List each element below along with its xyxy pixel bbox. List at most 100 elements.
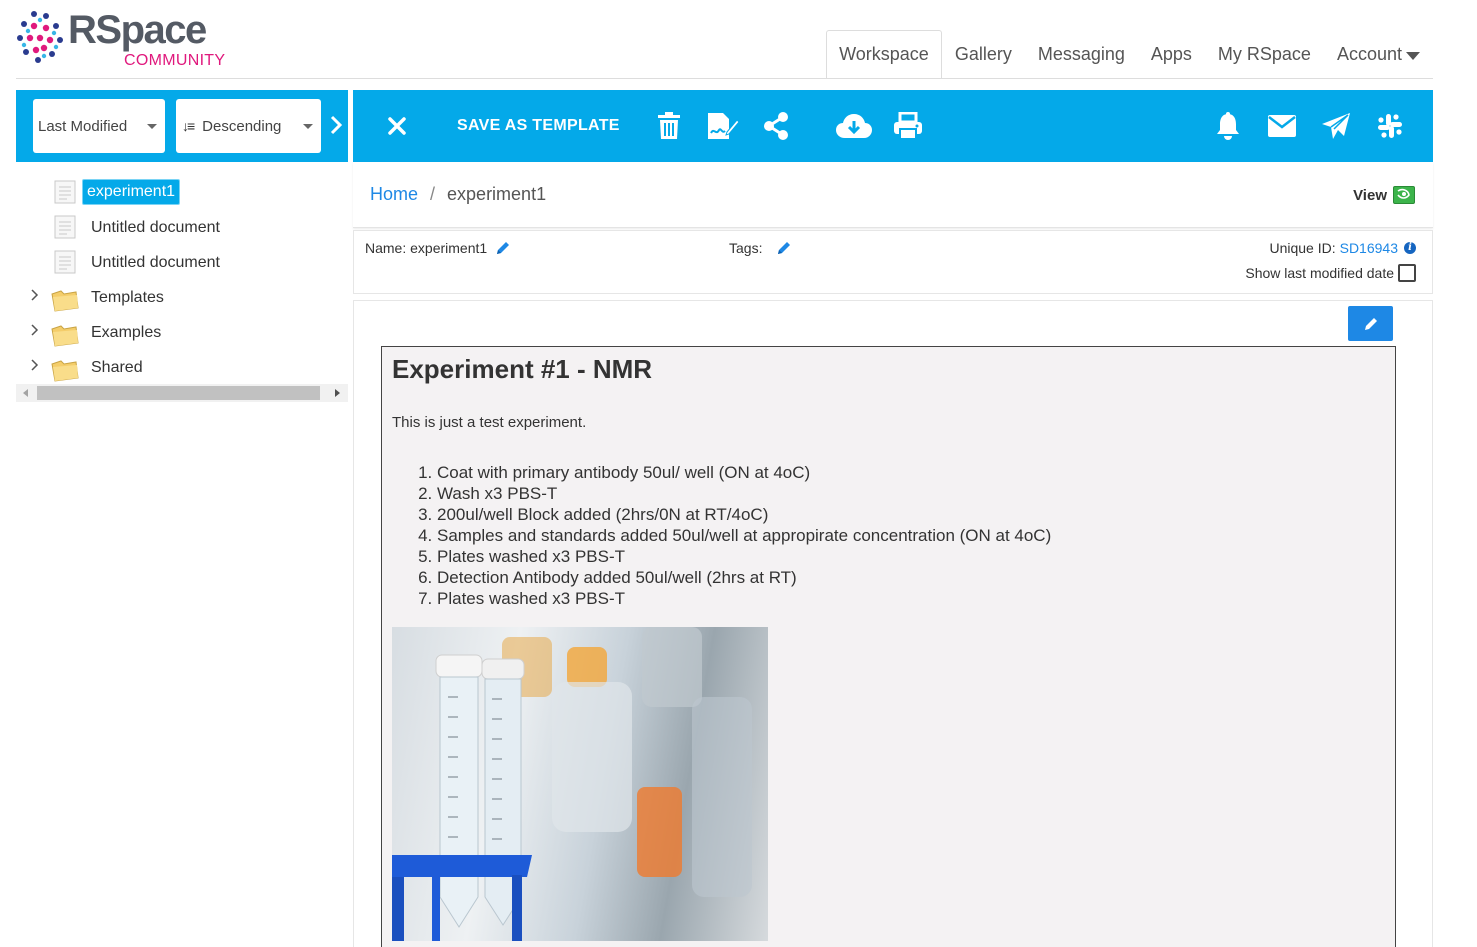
tree-horizontal-scrollbar[interactable] [16,384,348,402]
unique-id-link[interactable]: SD16943 [1340,240,1398,256]
sort-direction-select[interactable]: ↓≡ Descending [176,99,321,153]
show-last-modified-checkbox[interactable] [1398,264,1416,282]
document-name-label: Name: experiment1 [365,240,488,256]
close-button[interactable] [381,90,413,162]
tab-my-rspace[interactable]: My RSpace [1205,30,1324,78]
sort-direction-value: Descending [202,117,282,135]
dropdown-arrow-icon [147,124,157,129]
order-by-select[interactable]: Last Modified [33,99,165,153]
save-as-template-button[interactable]: SAVE AS TEMPLATE [457,90,620,162]
view-mode-toggle[interactable]: View [1353,186,1415,204]
logo-mark-icon [17,11,63,63]
logo-subtitle: COMMUNITY [124,52,226,69]
tab-label: Messaging [1037,44,1125,64]
scroll-left-icon[interactable] [23,389,28,397]
document-intro-text: This is just a test experiment. [392,414,587,431]
document-icon [54,180,76,204]
document-heading: Experiment #1 - NMR [392,354,653,384]
tab-workspace[interactable]: Workspace [826,30,942,78]
edit-document-button[interactable] [1348,306,1393,341]
chevron-right-icon[interactable] [30,323,40,337]
send-button[interactable] [1319,90,1353,162]
chevron-right-icon[interactable] [326,112,346,138]
document-toolbar: SAVE AS TEMPLATE [353,90,1433,162]
sign-icon [708,113,739,139]
tab-label: Workspace [839,44,929,64]
tab-messaging[interactable]: Messaging [1025,30,1138,78]
show-last-modified-label: Show last modified date [1245,265,1394,281]
document-icon [54,250,76,274]
pencil-icon [1364,317,1377,330]
tree-item-untitled-document[interactable]: Untitled document [16,245,348,275]
list-item: Plates washed x3 PBS-T [437,588,1051,609]
messages-button[interactable] [1265,90,1299,162]
unique-id-label: Unique ID: [1269,240,1336,256]
breadcrumb-home-link[interactable]: Home [370,184,418,204]
breadcrumb-current: experiment1 [447,184,547,204]
tree-item-shared[interactable]: Shared [16,350,348,382]
tree-item-label: Untitled document [91,219,220,236]
paper-plane-icon [1322,113,1350,139]
envelope-icon [1268,115,1296,137]
list-item: Coat with primary antibody 50ul/ well (O… [437,462,1051,483]
sort-toolbar: Last Modified ↓≡ Descending [16,90,348,162]
tab-label: Account [1336,44,1402,64]
top-navigation: Workspace Gallery Messaging Apps My RSpa… [826,30,1433,78]
folder-icon [51,290,79,312]
header-divider [16,78,1433,79]
pencil-icon[interactable] [776,240,792,256]
close-icon [388,117,406,135]
dropdown-arrow-icon [303,124,313,129]
trash-icon [658,112,680,139]
tab-apps[interactable]: Apps [1138,30,1205,78]
show-last-modified-option[interactable]: Show last modified date [1245,264,1416,282]
tree-item-experiment1[interactable]: experiment1 [16,175,348,205]
tab-gallery[interactable]: Gallery [942,30,1025,78]
tree-item-label: Examples [91,324,162,341]
slack-button[interactable] [1373,90,1407,162]
bell-icon [1217,112,1239,140]
breadcrumb: Home / experiment1 [370,184,546,205]
tree-item-templates[interactable]: Templates [16,280,348,312]
list-item: Wash x3 PBS-T [437,483,1051,504]
scroll-right-icon[interactable] [335,389,340,397]
sort-descending-icon: ↓≡ [182,118,195,134]
slack-icon [1378,114,1402,138]
protocol-steps-list: Coat with primary antibody 50ul/ well (O… [437,462,1051,609]
view-mode-icon [1393,186,1415,204]
document-panel: Experiment #1 - NMR This is just a test … [353,300,1433,947]
sign-button[interactable] [705,90,741,162]
scrollbar-thumb[interactable] [37,386,320,400]
list-item: Samples and standards added 50ul/well at… [437,525,1051,546]
notifications-button[interactable] [1213,90,1243,162]
list-item: Plates washed x3 PBS-T [437,546,1051,567]
document-icon [54,215,76,239]
rspace-logo[interactable]: RSpace COMMUNITY [16,8,226,72]
lab-tubes-image [392,627,768,941]
tab-label: My RSpace [1217,44,1311,64]
tags-label: Tags: [729,240,763,256]
list-item: Detection Antibody added 50ul/well (2hrs… [437,567,1051,588]
tree-item-untitled-document[interactable]: Untitled document [16,210,348,240]
print-button[interactable] [891,90,925,162]
share-icon [764,112,788,140]
chevron-right-icon[interactable] [30,288,40,302]
document-tags-field: Tags: [729,240,792,256]
tree-item-label: Shared [91,359,143,376]
export-button[interactable] [833,90,875,162]
logo-wordmark: RSpace [68,8,207,52]
order-by-value: Last Modified [38,117,128,135]
info-icon[interactable]: i [1404,242,1416,254]
cloud-download-icon [836,114,872,138]
pencil-icon[interactable] [495,240,511,256]
tab-account[interactable]: Account [1324,30,1433,78]
tree-item-examples[interactable]: Examples [16,315,348,347]
list-item: 200ul/well Block added (2hrs/0N at RT/4o… [437,504,1051,525]
chevron-right-icon[interactable] [30,358,40,372]
tab-label: Apps [1150,44,1192,64]
print-icon [894,112,922,140]
folder-icon [51,325,79,347]
delete-button[interactable] [653,90,685,162]
share-button[interactable] [759,90,793,162]
document-meta: Name: experiment1 Tags: Unique ID: SD169… [353,230,1433,294]
